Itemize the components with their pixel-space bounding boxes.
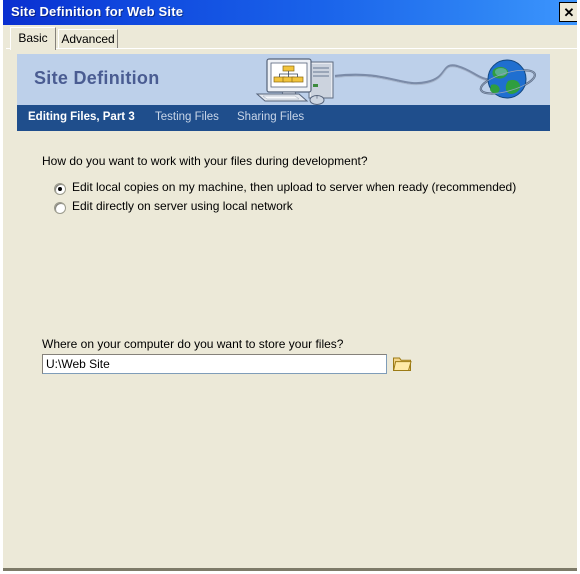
window-title: Site Definition for Web Site bbox=[11, 4, 184, 19]
wizard-step-bar: Editing Files, Part 3 Testing Files Shar… bbox=[17, 105, 550, 131]
step-testing-files[interactable]: Testing Files bbox=[155, 111, 219, 123]
step-editing-files[interactable]: Editing Files, Part 3 bbox=[28, 111, 135, 123]
radio-button-icon[interactable] bbox=[54, 202, 66, 214]
close-icon[interactable]: ✕ bbox=[559, 2, 577, 22]
step-sharing-files[interactable]: Sharing Files bbox=[237, 111, 304, 123]
wizard-banner: Site Definition bbox=[17, 54, 550, 105]
banner-title: Site Definition bbox=[34, 68, 160, 88]
computer-network-globe-icon bbox=[255, 58, 536, 105]
radio-option-label: Edit local copies on my machine, then up… bbox=[72, 180, 517, 194]
tab-strip: Basic Advanced bbox=[6, 27, 577, 50]
question-label: How do you want to work with your files … bbox=[42, 154, 368, 168]
tab-panel-basic: Site Definition Editing Files, Part 3 Te… bbox=[6, 48, 577, 568]
path-label: Where on your computer do you want to st… bbox=[42, 337, 344, 351]
tab-advanced[interactable]: Advanced bbox=[58, 29, 118, 49]
folder-icon[interactable] bbox=[392, 354, 412, 373]
radio-button-icon[interactable] bbox=[54, 183, 66, 195]
radio-option-label: Edit directly on server using local netw… bbox=[72, 199, 293, 213]
title-bar: Site Definition for Web Site ✕ bbox=[3, 0, 577, 25]
tab-basic[interactable]: Basic bbox=[10, 27, 56, 50]
dialog-window: Site Definition for Web Site ✕ Basic Adv… bbox=[0, 0, 580, 574]
local-root-folder-input[interactable] bbox=[42, 354, 387, 374]
